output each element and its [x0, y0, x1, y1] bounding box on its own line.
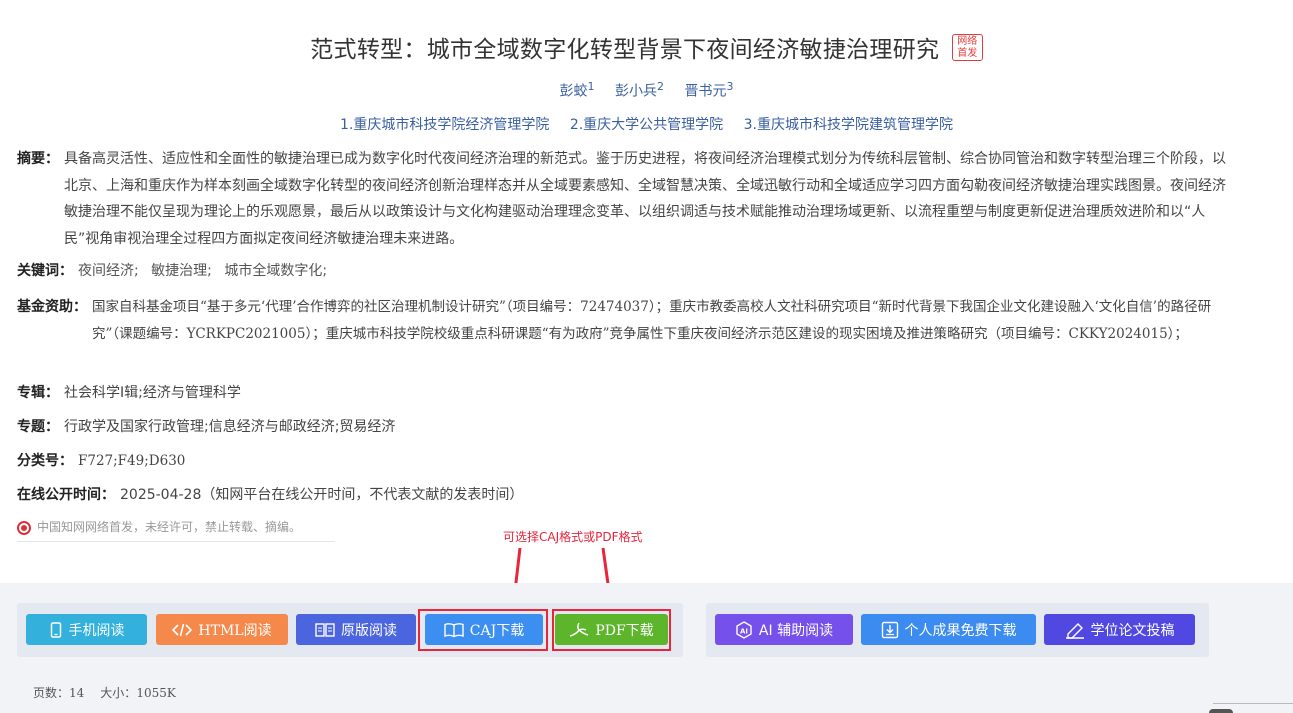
- badge-line-1: 网络: [957, 35, 978, 47]
- thesis-submit-label: 学位论文投稿: [1090, 622, 1175, 639]
- free-download-button[interactable]: 个人成果免费下载: [861, 614, 1036, 645]
- free-download-label: 个人成果免费下载: [904, 622, 1017, 639]
- copyright-text: 中国知网网络首发，未经许可，禁止转载、摘编。: [37, 520, 302, 534]
- original-read-button[interactable]: 原版阅读: [296, 614, 416, 645]
- phone-icon: [49, 621, 63, 638]
- copyright-notice: 中国知网网络首发，未经许可，禁止转载、摘编。: [17, 518, 335, 542]
- corner-divider: [1213, 703, 1293, 704]
- file-meta: 页数：14 大小：1055K: [33, 684, 176, 701]
- caj-highlight-box: [418, 609, 548, 651]
- topic-value: 行政学及国家行政管理;信息经济与邮政经济;贸易经济: [64, 419, 396, 435]
- original-read-label: 原版阅读: [341, 622, 397, 639]
- html-read-button[interactable]: HTML阅读: [156, 614, 288, 645]
- floating-widget[interactable]: [1209, 709, 1233, 713]
- download-icon: [881, 621, 899, 639]
- html-read-label: HTML阅读: [198, 622, 272, 639]
- annotation-text: 可选择CAJ格式或PDF格式: [503, 530, 643, 544]
- album-label: 专辑：: [17, 385, 59, 401]
- author-list: 彭蛟1 彭小兵2 晋书元3: [0, 80, 1293, 101]
- badge-line-2: 首发: [957, 47, 978, 59]
- affiliation-link[interactable]: 3.重庆城市科技学院建筑管理学院: [744, 114, 953, 134]
- ai-icon: AI: [735, 620, 753, 639]
- affiliation-list: 1.重庆城市科技学院经济管理学院 2.重庆大学公共管理学院 3.重庆城市科技学院…: [0, 114, 1293, 134]
- pubtime-label: 在线公开时间：: [17, 487, 115, 503]
- keywords-list: 夜间经济; 敏捷治理; 城市全域数字化;: [78, 258, 335, 285]
- svg-text:AI: AI: [740, 627, 748, 635]
- thesis-submit-button[interactable]: 学位论文投稿: [1044, 614, 1195, 645]
- author-link[interactable]: 彭小兵2: [615, 80, 664, 101]
- online-first-badge: 网络 首发: [951, 33, 983, 61]
- book-icon: [315, 622, 335, 638]
- keywords-label: 关键词：: [17, 263, 73, 279]
- size-value: 1055K: [136, 686, 176, 700]
- code-icon: [172, 623, 193, 637]
- affiliation-link[interactable]: 1.重庆城市科技学院经济管理学院: [340, 114, 549, 134]
- keyword-link[interactable]: 敏捷治理;: [151, 263, 212, 279]
- classification-value: F727;F49;D630: [78, 453, 186, 469]
- album-value: 社会科学Ⅰ辑;经济与管理科学: [64, 385, 241, 401]
- ai-read-button[interactable]: AI AI 辅助阅读: [715, 614, 853, 645]
- fund-label: 基金资助：: [17, 299, 87, 315]
- mobile-read-button[interactable]: 手机阅读: [26, 614, 147, 645]
- topic-label: 专题：: [17, 419, 59, 435]
- title-row: 范式转型：城市全域数字化转型背景下夜间经济敏捷治理研究 网络 首发: [0, 30, 1293, 64]
- copyright-icon: [17, 520, 31, 535]
- abstract-text: 具备高灵活性、适应性和全面性的敏捷治理已成为数字化时代夜间经济治理的新范式。鉴于…: [64, 151, 1226, 247]
- mobile-read-label: 手机阅读: [68, 622, 125, 639]
- ai-read-label: AI 辅助阅读: [758, 622, 834, 639]
- pen-icon: [1065, 621, 1085, 639]
- classification-label: 分类号：: [17, 453, 73, 469]
- keyword-link[interactable]: 夜间经济;: [78, 263, 139, 279]
- pages-value: 14: [69, 686, 85, 700]
- keyword-link[interactable]: 城市全域数字化;: [224, 263, 327, 279]
- abstract-label: 摘要：: [17, 151, 59, 167]
- pdf-highlight-box: [552, 609, 671, 651]
- pubtime-value: 2025-04-28（知网平台在线公开时间，不代表文献的发表时间）: [120, 487, 524, 503]
- pages-label: 页数：: [33, 686, 70, 700]
- author-link[interactable]: 彭蛟1: [560, 80, 595, 101]
- size-label: 大小：: [100, 686, 137, 700]
- author-link[interactable]: 晋书元3: [684, 80, 733, 101]
- fund-text[interactable]: 国家自科基金项目“基于多元‘代理’合作博弈的社区治理机制设计研究”（项目编号：7…: [92, 294, 1232, 347]
- page-title: 范式转型：城市全域数字化转型背景下夜间经济敏捷治理研究: [310, 37, 940, 63]
- affiliation-link[interactable]: 2.重庆大学公共管理学院: [570, 114, 723, 134]
